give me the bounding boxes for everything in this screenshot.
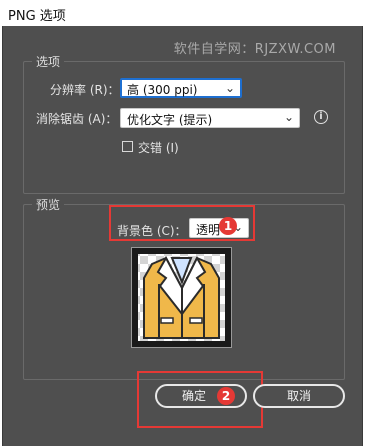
watermark-text: 软件自学网：RJZXW.COM [173, 42, 336, 57]
options-group-title: 选项 [32, 53, 65, 70]
cancel-button[interactable]: 取消 [253, 384, 345, 408]
resolution-value: 高 (300 ppi) [127, 83, 198, 97]
antialias-select[interactable]: 优化文字 (提示) ⌄ [120, 108, 300, 128]
interlace-label[interactable]: 交错 (I) [138, 139, 179, 156]
antialias-label: 消除锯齿 (A)： [36, 112, 118, 126]
options-group: 选项 分辨率 (R)： 高 (300 ppi) ⌄ 消除锯齿 (A)： 优化文字… [23, 53, 345, 194]
annotation-badge-1: 1 [219, 217, 237, 235]
preview-image [131, 247, 232, 348]
annotation-badge-2: 2 [217, 387, 235, 405]
interlace-checkbox[interactable] [122, 141, 133, 152]
antialias-value: 优化文字 (提示) [127, 113, 213, 127]
suit-jacket-preview [138, 254, 225, 341]
preview-group-title: 预览 [32, 196, 65, 213]
title-bar: PNG 选项 [0, 0, 365, 26]
png-options-dialog: 软件自学网：RJZXW.COM 选项 分辨率 (R)： 高 (300 ppi) … [2, 26, 363, 446]
ok-button-label: 确定 [181, 389, 206, 403]
resolution-select[interactable]: 高 (300 ppi) ⌄ [120, 78, 242, 98]
resolution-label: 分辨率 (R)： [50, 83, 120, 97]
cancel-button-label: 取消 [286, 389, 311, 403]
chevron-down-icon: ⌄ [283, 110, 294, 124]
chevron-down-icon: ⌄ [224, 81, 235, 95]
info-icon[interactable]: i [314, 110, 328, 124]
window-title: PNG 选项 [8, 9, 66, 24]
